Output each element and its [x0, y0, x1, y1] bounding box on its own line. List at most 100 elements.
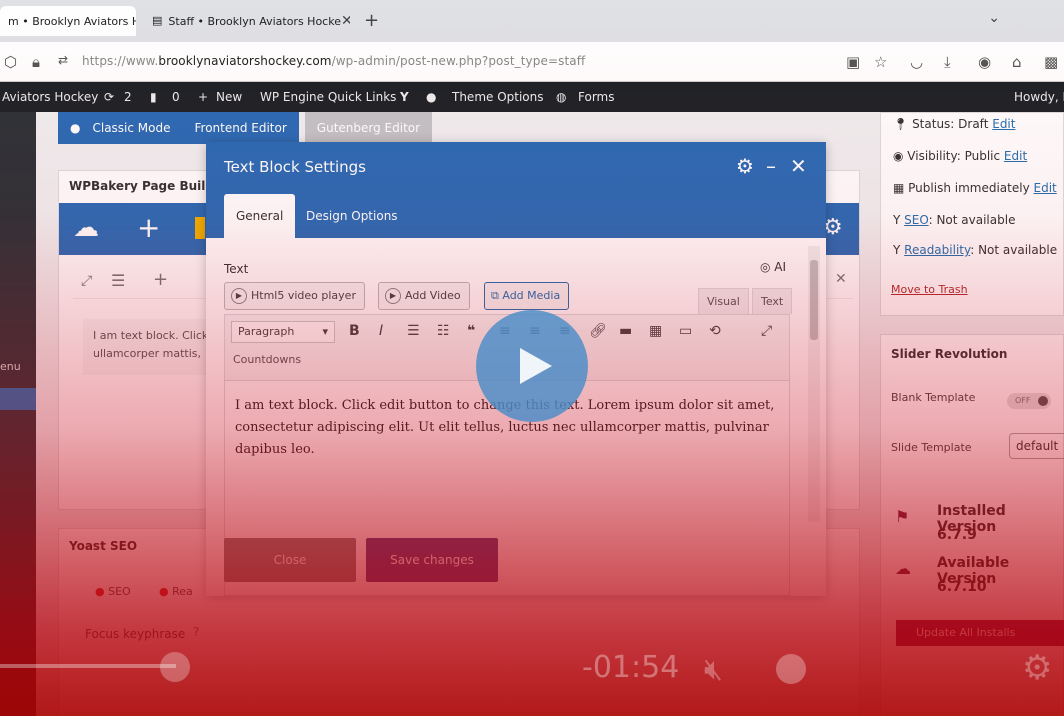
tab-visual[interactable]: Visual — [698, 288, 749, 314]
move-to-trash-link[interactable]: Move to Trash — [891, 283, 968, 296]
help-icon[interactable]: ? — [193, 625, 199, 639]
site-name[interactable]: Aviators Hockey — [2, 90, 98, 104]
gear-icon[interactable]: ⚙ — [736, 154, 754, 178]
tab-design-options[interactable]: Design Options — [294, 194, 410, 238]
tab-title: m • Brooklyn Aviators H — [8, 14, 136, 28]
tab-text[interactable]: Text — [752, 288, 793, 314]
frontend-editor-button[interactable]: Frontend Editor — [182, 112, 299, 144]
refresh-icon[interactable]: ⟲ — [709, 323, 721, 339]
read-more-icon[interactable]: ▬ — [619, 323, 632, 339]
template-icon[interactable] — [195, 217, 205, 239]
paragraph-format-select[interactable]: Paragraph ▾ — [231, 321, 335, 343]
modal-scrollbar-thumb[interactable] — [810, 260, 818, 340]
update-all-installs-button[interactable]: Update All Installs — [896, 620, 1064, 646]
chevron-down-icon[interactable]: ⌄ — [988, 10, 1000, 26]
publish-edit-link[interactable]: Edit — [1034, 181, 1057, 195]
html5-video-player-button[interactable]: ▶ Html5 video player — [224, 282, 365, 310]
theme-options-menu[interactable]: Theme Options — [452, 90, 544, 104]
forms-menu[interactable]: Forms — [578, 90, 614, 104]
permissions-icon[interactable]: ⇄ — [58, 53, 68, 67]
minimize-icon[interactable]: – — [766, 154, 776, 178]
close-icon[interactable]: ✕ — [835, 271, 847, 287]
updates-icon[interactable]: ⟳ — [104, 90, 114, 104]
account-icon[interactable]: ◉ — [978, 53, 991, 71]
status-dot-icon: ● — [95, 585, 109, 598]
download-icon[interactable]: ⤓ — [944, 53, 951, 71]
wp-engine-menu[interactable]: WP Engine Quick Links — [260, 90, 396, 104]
yoast-tab-readability-label: Rea — [172, 585, 193, 598]
browser-tab-staff[interactable]: ▤ Staff • Brooklyn Aviators Hocke ✕ — [144, 6, 350, 36]
play-button[interactable] — [476, 310, 588, 422]
bullet-list-icon[interactable]: ☰ — [407, 323, 420, 339]
shield-icon[interactable]: ⬡ — [4, 53, 17, 71]
status-edit-link[interactable]: Edit — [992, 117, 1015, 131]
close-icon[interactable]: ✕ — [341, 13, 350, 29]
status-text: Status: Draft — [912, 117, 989, 131]
countdowns-button[interactable]: Countdowns — [233, 353, 301, 366]
sidebar-active-item[interactable] — [0, 388, 36, 410]
video-settings-gear-icon[interactable]: ⚙ — [1022, 648, 1052, 688]
pocket-icon[interactable]: ◡ — [910, 53, 923, 71]
yoast-tab-seo[interactable]: ● SEO — [95, 585, 131, 598]
close-icon[interactable]: ✕ — [790, 154, 807, 178]
ai-icon: ◎ — [760, 260, 775, 274]
visibility-edit-link[interactable]: Edit — [1004, 149, 1027, 163]
tab-general[interactable]: General — [224, 194, 296, 238]
blank-template-toggle[interactable]: OFF — [1007, 393, 1051, 409]
calendar-icon: ▦ — [893, 181, 909, 195]
video-progress-bar[interactable] — [0, 664, 176, 668]
add-element-icon[interactable]: + — [137, 211, 160, 244]
seo-link[interactable]: SEO — [904, 213, 928, 227]
slide-template-select[interactable]: default — [1009, 433, 1064, 459]
browser-tab-active[interactable]: m • Brooklyn Aviators H ✕ — [0, 6, 136, 36]
media-icon: ⧉ — [491, 289, 503, 302]
video-time-remaining: -01:54 — [582, 650, 680, 685]
howdy-menu[interactable]: Howdy, I — [1014, 90, 1064, 104]
save-changes-button[interactable]: Save changes — [366, 538, 498, 582]
comments-icon[interactable]: ▮ — [150, 90, 157, 104]
flag-icon: ⚑ — [895, 507, 910, 526]
yoast-icon: Y — [893, 243, 905, 257]
cloud-icon: ● — [70, 121, 81, 135]
text-block-preview[interactable]: I am text block. Click ullamcorper matti… — [83, 319, 223, 375]
seo-line: Y SEO: Not available — [893, 213, 1015, 227]
blockquote-icon[interactable]: ❝ — [467, 323, 475, 339]
video-progress-knob[interactable] — [160, 652, 190, 682]
add-video-button[interactable]: ▶ Add Video — [378, 282, 470, 310]
gutenberg-editor-button[interactable]: Gutenberg Editor — [304, 112, 433, 144]
chevron-down-icon: ▾ — [322, 325, 328, 338]
mute-icon[interactable]: 🔇︎ — [704, 652, 723, 687]
extensions-icon[interactable]: ⌂ — [1012, 53, 1022, 71]
close-button[interactable]: Close — [224, 538, 356, 582]
reader-icon[interactable]: ▣ — [846, 53, 860, 71]
ai-button[interactable]: ◎ AI — [760, 260, 786, 274]
expand-icon[interactable]: ⤢ — [81, 273, 92, 289]
eye-icon: ◉ — [893, 149, 908, 163]
cloud-download-icon: ☁ — [895, 559, 911, 578]
add-column-icon[interactable]: + — [153, 269, 168, 290]
numbered-list-icon[interactable]: ☷ — [437, 323, 450, 339]
yoast-tab-readability[interactable]: ● Rea — [159, 585, 193, 598]
bold-icon[interactable]: B — [349, 323, 360, 339]
italic-icon[interactable]: I — [379, 323, 383, 339]
volume-knob[interactable] — [776, 654, 806, 684]
page-icon: ▤ — [152, 14, 163, 27]
url-path: /wp-admin/post-new.php?post_type=staff — [331, 54, 586, 68]
new-menu[interactable]: New — [216, 90, 242, 104]
extension-icon[interactable]: ▩ — [1044, 53, 1058, 71]
toolbar-toggle-icon[interactable]: ▦ — [649, 323, 662, 339]
star-icon[interactable]: ☆ — [874, 53, 887, 71]
drag-handle-icon[interactable]: ☰ — [111, 271, 125, 290]
yoast-icon[interactable]: Y — [400, 90, 409, 104]
fullscreen-icon[interactable]: ⤢ — [761, 323, 772, 339]
lock-icon[interactable]: 🔒︎ — [32, 53, 40, 71]
paragraph-label: Paragraph — [238, 325, 295, 338]
new-tab-button[interactable]: + — [364, 10, 379, 31]
sidebar-menu-label[interactable]: enu — [0, 360, 21, 373]
classic-mode-button[interactable]: ● Classic Mode — [58, 112, 183, 144]
url-field[interactable]: https://www.brooklynaviatorshockey.com/w… — [82, 54, 585, 68]
readability-link[interactable]: Readability — [904, 243, 970, 257]
add-media-button[interactable]: ⧉ Add Media — [484, 282, 570, 310]
unlink-icon[interactable]: ▭ — [679, 323, 692, 339]
link-icon[interactable]: 🔗︎ — [589, 323, 607, 339]
